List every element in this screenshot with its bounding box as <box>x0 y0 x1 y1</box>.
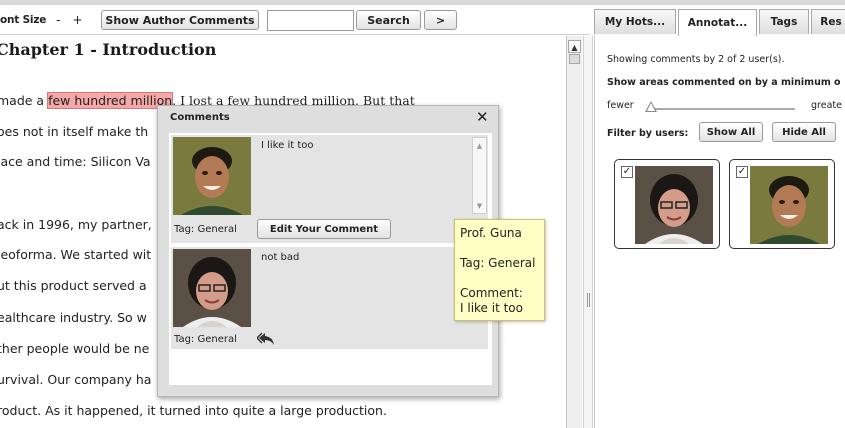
text-line: leoforma. We started wit <box>0 247 152 262</box>
user-checkbox[interactable]: ✓ <box>621 166 633 178</box>
text-line: ack in 1996, my partner, <box>0 217 152 232</box>
text-line: oes not in itself make th <box>0 124 149 139</box>
avatar <box>750 166 828 244</box>
comment-tooltip: Prof. Guna Tag: General Comment: I like … <box>454 219 545 321</box>
avatar <box>635 166 713 244</box>
text-line: ther people would be ne <box>0 341 150 356</box>
show-all-button[interactable]: Show All <box>699 122 763 142</box>
tab-resources[interactable]: Res <box>811 9 845 34</box>
pane-splitter[interactable] <box>583 36 593 428</box>
scroll-thumb[interactable] <box>569 54 580 64</box>
text-line: ut this product served a <box>0 278 147 293</box>
reply-icon[interactable] <box>257 331 277 347</box>
tooltip-comment-text: I like it too <box>460 301 523 315</box>
tooltip-spacer <box>460 271 539 286</box>
comment-tag: Tag: General <box>174 224 237 235</box>
comment-text: not bad <box>261 252 300 263</box>
tooltip-author: Prof. Guna <box>460 226 522 240</box>
text-line: urvival. Our company ha <box>0 372 152 387</box>
scroll-down-arrow-icon[interactable]: ▼ <box>473 200 486 212</box>
scroll-up-arrow-icon[interactable]: ▲ <box>568 40 581 53</box>
comment-item: I like it too ▲ ▼ Tag: General Edit Your… <box>171 135 488 243</box>
text-line: lace and time: Silicon Va <box>0 154 151 169</box>
slider-handle[interactable] <box>645 101 657 112</box>
tab-annotations[interactable]: Annotat... <box>678 9 757 36</box>
chapter-title: Chapter 1 - Introduction <box>0 40 217 59</box>
close-icon[interactable]: ✕ <box>476 108 489 126</box>
font-size-label: ont Size <box>0 13 47 26</box>
woman-avatar-icon <box>635 166 713 244</box>
woman-avatar-icon <box>173 249 251 327</box>
hide-all-button[interactable]: Hide All <box>772 122 836 142</box>
reader-scrollbar[interactable]: ▲ <box>566 36 582 428</box>
tab-my-hotspots[interactable]: My Hots... <box>594 9 676 34</box>
comment-item: not bad Tag: General <box>171 247 488 349</box>
user-filter-card[interactable]: ✓ <box>729 159 835 249</box>
tooltip-spacer <box>460 241 539 256</box>
popup-title: Comments <box>170 112 230 123</box>
avatar <box>173 137 251 215</box>
man-avatar-icon <box>750 166 828 244</box>
slider-min-label: fewer <box>607 100 634 111</box>
font-decrease-button[interactable]: - <box>56 13 60 27</box>
text-line: ealthcare industry. So w <box>0 310 147 325</box>
font-increase-button[interactable]: + <box>73 13 83 27</box>
panel-tabs: My Hots... Annotat... Tags Res <box>594 9 845 36</box>
showing-count-text: Showing comments by 2 of 2 user(s). <box>607 54 785 65</box>
comment-text: I like it too <box>261 140 314 151</box>
tab-tags[interactable]: Tags <box>759 9 809 34</box>
tooltip-comment-label: Comment: <box>460 286 523 300</box>
slider-max-label: greate <box>811 100 842 111</box>
scroll-up-arrow-icon[interactable]: ▲ <box>473 140 486 152</box>
user-checkbox[interactable]: ✓ <box>736 166 748 178</box>
comment-scrollbar[interactable]: ▲ ▼ <box>472 137 487 214</box>
next-result-button[interactable]: > <box>424 10 457 30</box>
comments-list: I like it too ▲ ▼ Tag: General Edit Your… <box>169 133 492 385</box>
text-line: roduct. As it happened, it turned into q… <box>0 403 387 418</box>
reader-toolbar: ont Size - + Show Author Comments Search… <box>0 5 590 35</box>
man-avatar-icon <box>173 137 251 215</box>
avatar <box>173 249 251 327</box>
search-button[interactable]: Search <box>356 10 421 30</box>
comment-tag: Tag: General <box>174 334 237 345</box>
edit-comment-button[interactable]: Edit Your Comment <box>257 219 391 239</box>
comments-popup: Comments ✕ I like it too ▲ ▼ Tag: Genera… <box>157 105 499 397</box>
tooltip-tag: Tag: General <box>460 256 536 270</box>
grip-icon <box>587 293 590 307</box>
annotations-panel: Showing comments by 2 of 2 user(s). Show… <box>594 35 845 428</box>
search-input[interactable] <box>267 10 354 31</box>
text-span: made a <box>0 93 49 108</box>
show-author-comments-button[interactable]: Show Author Comments <box>101 10 259 30</box>
user-filter-card[interactable]: ✓ <box>614 159 720 249</box>
min-comments-label: Show areas commented on by a minimum o <box>607 77 841 88</box>
filter-users-label: Filter by users: <box>607 128 689 139</box>
highlighted-passage[interactable]: few hundred million <box>47 92 174 109</box>
comment-threshold-slider[interactable] <box>651 108 795 110</box>
